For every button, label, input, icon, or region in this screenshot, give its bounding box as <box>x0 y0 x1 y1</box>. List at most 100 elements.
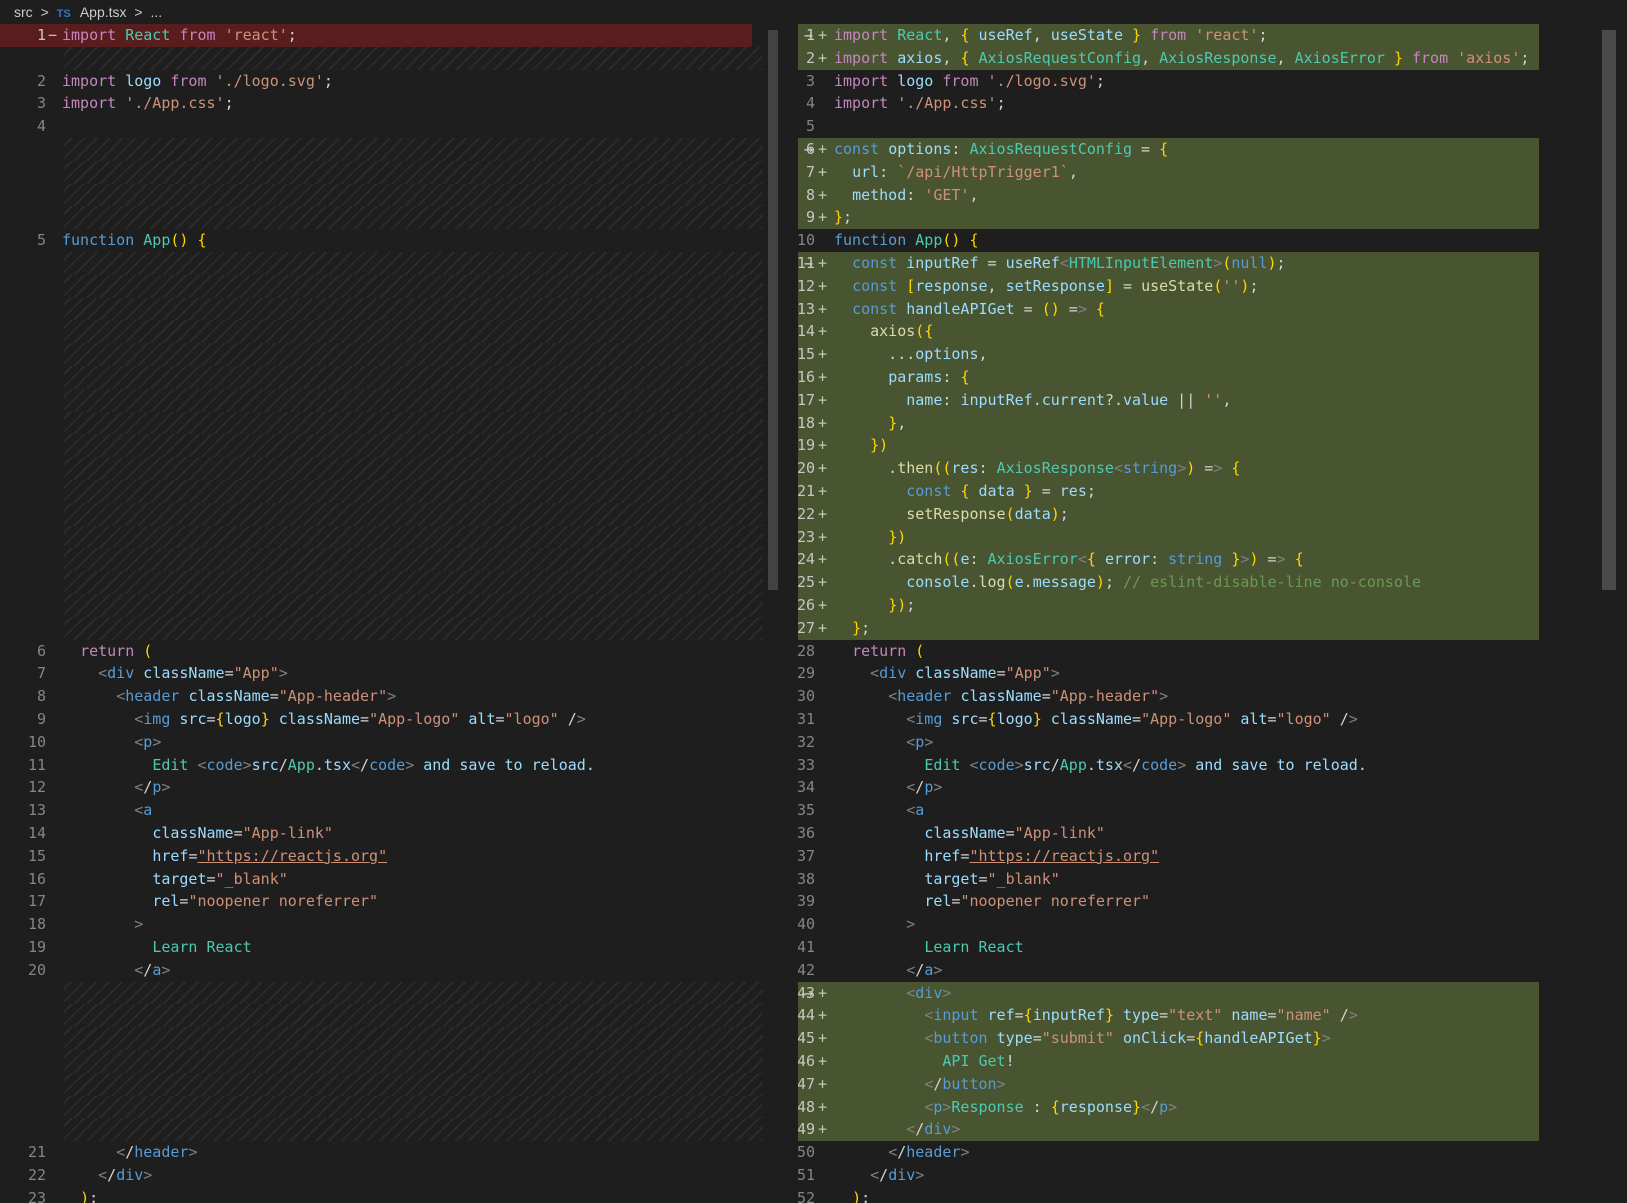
code-line[interactable]: 7 <div className="App"> <box>0 662 781 685</box>
code-line[interactable]: 35 <a <box>798 799 1601 822</box>
code-line[interactable]: 45 + <button type="submit" onClick={handl… <box>798 1027 1539 1050</box>
code-line[interactable]: 34 </p> <box>798 776 1601 799</box>
code-line[interactable]: → 43 + <div> <box>798 981 1539 1005</box>
code-line[interactable]: 27 + }; <box>798 616 1539 640</box>
code-line[interactable]: 36 className="App-link" <box>798 822 1601 845</box>
code-text: className="App-link" <box>924 824 1105 842</box>
code-line[interactable]: 11 Edit <code>src/App.tsx</code> and sav… <box>0 754 781 777</box>
code-line[interactable]: 13 + const handleAPIGet = () => { <box>798 297 1539 321</box>
code-line[interactable]: 21 </header> <box>0 1141 781 1164</box>
code-line[interactable]: 18 + }, <box>798 411 1539 435</box>
code-line[interactable]: 15 + ...options, <box>798 343 1539 366</box>
code-line[interactable]: 52 ); <box>798 1187 1601 1203</box>
code-line[interactable]: 8 + method: 'GET', <box>798 183 1539 207</box>
code-line[interactable]: 15 href="https://reactjs.org" <box>0 845 781 868</box>
diff-empty-filler <box>64 457 763 480</box>
line-number: 7 <box>36 664 46 683</box>
code-text: Learn React <box>152 938 252 956</box>
code-line[interactable]: 13 <a <box>0 799 781 822</box>
code-line[interactable]: 8 <header className="App-header"> <box>0 685 781 708</box>
line-number: 22 <box>798 504 815 523</box>
code-line[interactable]: 22 </div> <box>0 1164 781 1187</box>
code-line[interactable]: 22 + setResponse(data); <box>798 502 1539 526</box>
code-line[interactable]: 47 + </button> <box>798 1072 1539 1096</box>
code-text: target="_blank" <box>924 869 1060 888</box>
code-line[interactable]: 37 href="https://reactjs.org" <box>798 845 1601 868</box>
code-line[interactable]: 4 import './App.css'; <box>798 92 1601 115</box>
code-line[interactable]: 31 <img src={logo} className="App-logo" … <box>798 708 1601 731</box>
line-number: 13 <box>798 299 815 318</box>
code-line[interactable]: 44 + <input ref={inputRef} type="text" na… <box>798 1004 1539 1028</box>
code-line[interactable]: 6 return ( <box>0 640 781 663</box>
code-line[interactable]: → 11 + const inputRef = useRef<HTMLInputEl… <box>798 252 1539 275</box>
breadcrumb-file[interactable]: App.tsx <box>80 4 127 20</box>
code-line[interactable]: 14 className="App-link" <box>0 822 781 845</box>
diff-empty-filler <box>64 981 763 1005</box>
code-line[interactable]: 10 function App() { <box>798 229 1601 252</box>
code-line[interactable]: 49 + </div> <box>798 1118 1539 1142</box>
diff-divider[interactable] <box>781 24 798 1203</box>
code-line[interactable]: 7 + url: `/api/HttpTrigger1`, <box>798 160 1539 184</box>
code-line[interactable]: 10 <p> <box>0 731 781 754</box>
code-line[interactable]: 17 + name: inputRef.current?.value || '', <box>798 388 1539 412</box>
code-line[interactable]: 2 + import axios, { AxiosRequestConfig, Ax… <box>798 46 1539 70</box>
code-line[interactable]: 5 function App() { <box>0 229 781 252</box>
diff-empty-filler <box>64 1050 763 1073</box>
added-marker: + <box>818 1097 828 1116</box>
code-line[interactable]: 30 <header className="App-header"> <box>798 685 1601 708</box>
code-line[interactable]: 1− import React from 'react'; <box>0 24 752 47</box>
code-line[interactable]: → 1 + import React, { useRef, useState } fr… <box>798 24 1539 47</box>
code-line[interactable]: 5 <box>798 115 1601 138</box>
code-line[interactable]: 50 </header> <box>798 1141 1601 1164</box>
line-number: 15 <box>798 345 815 364</box>
code-line[interactable]: 38 target="_blank" <box>798 868 1601 891</box>
code-line[interactable]: 32 <p> <box>798 731 1601 754</box>
code-line[interactable]: 21 + const { data } = res; <box>798 480 1539 503</box>
code-line[interactable]: 3 import './App.css'; <box>0 92 781 115</box>
breadcrumb-symbol[interactable]: ... <box>151 4 163 20</box>
code-line[interactable]: 20 + .then((res: AxiosResponse<string>) =… <box>798 457 1539 480</box>
code-text: import axios, { AxiosRequestConfig, Axio… <box>834 48 1530 67</box>
code-line[interactable]: 9 <img src={logo} className="App-logo" a… <box>0 708 781 731</box>
line-number: 18 <box>27 915 46 934</box>
code-line[interactable]: 39 rel="noopener noreferrer" <box>798 890 1601 913</box>
breadcrumb-folder[interactable]: src <box>14 4 33 20</box>
code-line[interactable]: 12 </p> <box>0 776 781 799</box>
code-line[interactable]: 26 + }); <box>798 594 1539 617</box>
code-line[interactable]: 2 import logo from './logo.svg'; <box>0 70 781 93</box>
line-number: 41 <box>798 938 815 956</box>
code-line[interactable]: 14 + axios({ <box>798 320 1539 344</box>
code-line[interactable]: 24 + .catch((e: AxiosError<{ error: strin… <box>798 548 1539 572</box>
code-line[interactable]: 42 </a> <box>798 959 1601 982</box>
code-line[interactable]: 20 </a> <box>0 959 781 982</box>
code-text: </a> <box>134 960 171 979</box>
right-scrollbar[interactable] <box>1602 30 1616 590</box>
code-line[interactable]: 16 target="_blank" <box>0 868 781 891</box>
code-line[interactable]: 17 rel="noopener noreferrer" <box>0 890 781 913</box>
code-line[interactable]: 23 + }) <box>798 525 1539 549</box>
code-line[interactable]: 51 </div> <box>798 1164 1601 1187</box>
diff-modified-pane[interactable]: → 1 + import React, { useRef, useState } fr… <box>798 24 1601 1203</box>
code-line[interactable]: 33 Edit <code>src/App.tsx</code> and sav… <box>798 754 1601 777</box>
code-line[interactable]: 16 + params: { <box>798 366 1539 389</box>
code-text: url: `/api/HttpTrigger1`, <box>852 162 1078 181</box>
code-line[interactable]: 29 <div className="App"> <box>798 662 1601 685</box>
left-scrollbar[interactable] <box>768 30 778 590</box>
code-line[interactable]: → 6 + const options: AxiosRequestConfig = { <box>798 138 1539 161</box>
code-line[interactable]: 19 Learn React <box>0 936 781 959</box>
code-line[interactable]: 19 + }) <box>798 434 1539 458</box>
code-line[interactable]: 12 + const [response, setResponse] = useS… <box>798 274 1539 298</box>
code-line[interactable]: 23 ); <box>0 1187 781 1203</box>
code-line[interactable]: 18 > <box>0 913 781 936</box>
code-line[interactable]: 28 return ( <box>798 640 1601 663</box>
diff-original-pane[interactable]: 1− import React from 'react'; 2 import logo… <box>0 24 781 1203</box>
code-line[interactable]: 25 + console.log(e.message); // eslint-di… <box>798 571 1539 594</box>
code-line[interactable]: 48 + <p>Response : {response}</p> <box>798 1095 1539 1119</box>
code-line[interactable]: 4 <box>0 115 781 138</box>
code-line[interactable]: 9 +}; <box>798 206 1539 230</box>
code-line[interactable]: 46 + API Get! <box>798 1050 1539 1073</box>
line-number: 13 <box>27 801 46 820</box>
code-line[interactable]: 3 import logo from './logo.svg'; <box>798 70 1601 93</box>
code-line[interactable]: 40 > <box>798 913 1601 936</box>
code-line[interactable]: 41 Learn React <box>798 936 1601 959</box>
